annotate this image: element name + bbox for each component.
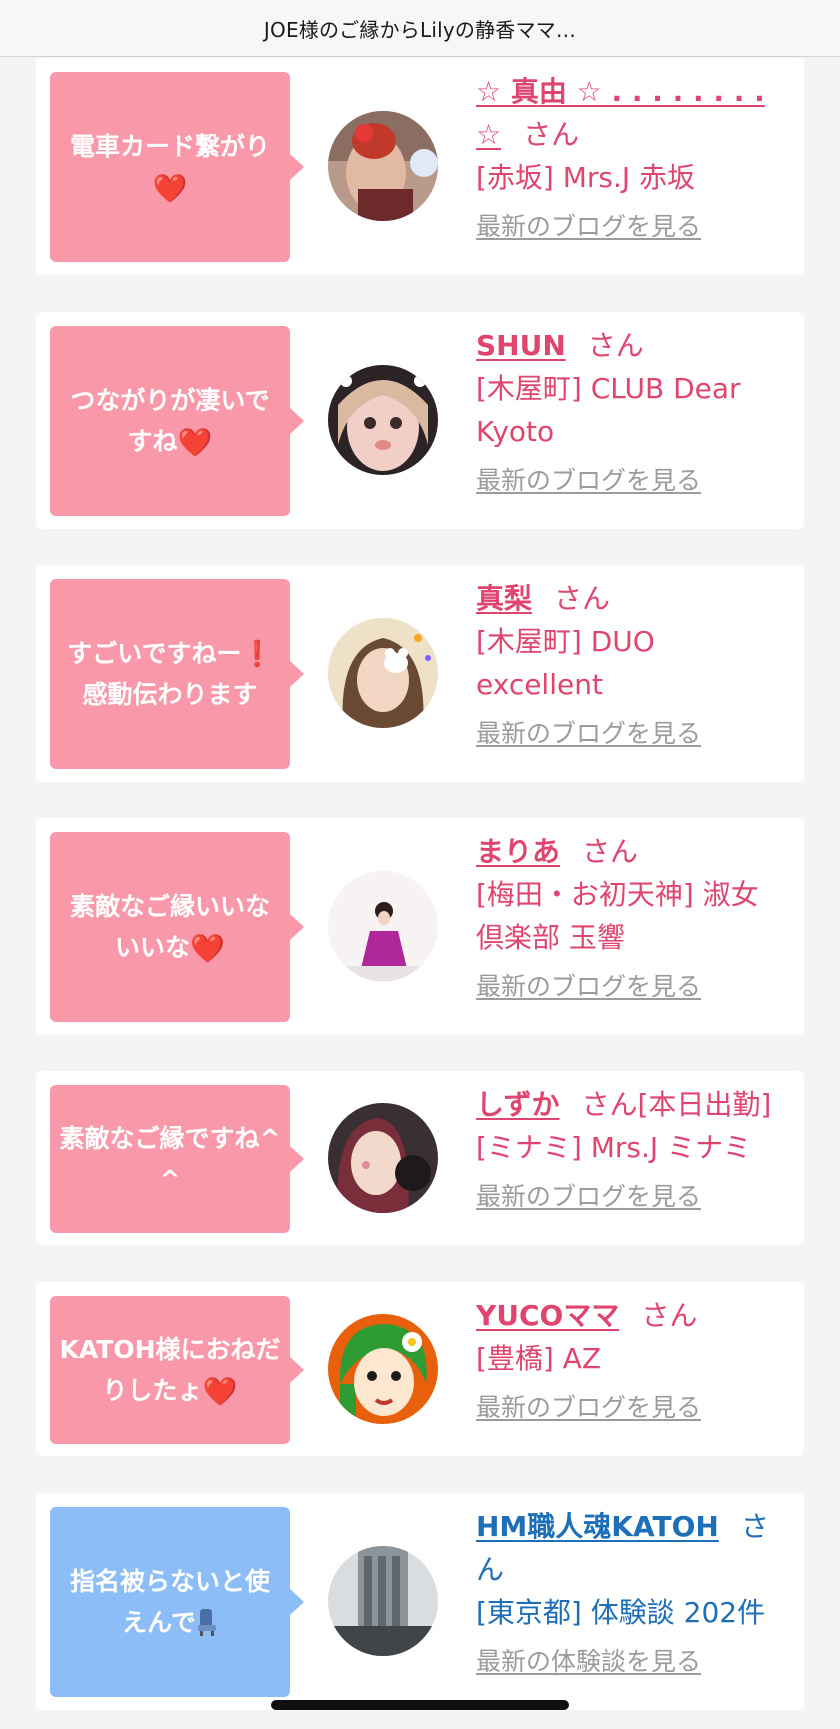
comment-bubble: すごいですねー❗ 感動伝わります [50,579,304,769]
comment-card: KATOH様におねだりしたょ❤️ YUCOママ さん [豊橋] AZ 最新のブログ… [36,1282,804,1456]
avatar[interactable] [328,1103,438,1213]
top-title-bar: JOE様のご縁からLilyの静香ママ… [0,0,840,57]
home-indicator[interactable] [271,1700,569,1710]
cast-info: ☆ 真由 ☆ . . . . . . . . ☆ さん [赤坂] Mrs.J 赤坂… [476,70,786,245]
comment-text: 素敵なご縁いいないいな❤️ [69,892,270,965]
avatar[interactable] [328,365,438,475]
heart-emoji-icon: ❤️ [152,172,188,205]
cast-name-link[interactable]: しずか [476,1088,559,1121]
comment-card: すごいですねー❗ 感動伝わります 真梨 さん [木屋町] DUO excellen… [36,565,804,782]
shop-name: [東京都] 体験談 202件 [476,1596,766,1629]
latest-blog-link[interactable]: 最新のブログを見る [476,463,786,499]
bubble-tail [290,408,304,434]
honorific: さん [581,1088,638,1121]
cast-info: SHUN さん [木屋町] CLUB Dear Kyoto 最新のブログを見る [476,324,786,499]
latest-review-link[interactable]: 最新の体験談を見る [476,1644,786,1680]
shop-name: [豊橋] AZ [476,1342,602,1375]
honorific: さん [523,118,580,151]
honorific: さん [582,835,639,868]
comment-card: つながりが凄いですね❤️ SHUN さん [木屋町] CLUB Dear Kyot… [36,312,804,529]
honorific: さん [641,1299,698,1332]
bubble-tail [290,661,304,687]
comment-card: 指名被らないと使えんで HM職人魂KATOH さん [東京都] 体験談 202件 … [36,1493,804,1710]
honorific: さん [554,582,611,615]
cast-name-link[interactable]: 真梨 [476,582,532,615]
comment-text: 素敵なご縁ですね^ ^ [59,1124,281,1194]
comment-card: 素敵なご縁ですね^ ^ しずか さん[本日出勤] [ミナミ] Mrs.J ミナミ … [36,1071,804,1245]
comment-bubble: 電車カード繋がり ❤️ [50,72,304,262]
latest-blog-link[interactable]: 最新のブログを見る [476,209,786,245]
cast-info: まりあ さん [梅田・お初天神] 淑女倶楽部 玉響 最新のブログを見る [476,830,786,1005]
avatar[interactable] [328,1546,438,1656]
latest-blog-link[interactable]: 最新のブログを見る [476,716,786,752]
heart-emoji-icon: ❤️ [190,932,225,965]
shop-name: [ミナミ] Mrs.J ミナミ [476,1131,752,1164]
heart-emoji-icon: ❤️ [177,426,213,459]
cast-name-link[interactable]: まりあ [476,835,560,868]
comment-text: すごいですねー❗ 感動伝わります [67,633,272,715]
avatar[interactable] [328,618,438,728]
heart-emoji-icon: ❤️ [202,1375,238,1408]
cast-name-link[interactable]: HM職人魂KATOH [476,1510,719,1543]
shop-name: [梅田・お初天神] 淑女倶楽部 玉響 [476,878,759,954]
comment-bubble: つながりが凄いですね❤️ [50,326,304,516]
comment-bubble: 素敵なご縁いいないいな❤️ [50,832,304,1022]
shop-name: [木屋町] CLUB Dear Kyoto [476,372,741,448]
cast-info: 真梨 さん [木屋町] DUO excellent 最新のブログを見る [476,577,786,752]
comment-bubble: 指名被らないと使えんで [50,1507,304,1697]
comment-bubble: 素敵なご縁ですね^ ^ [50,1085,304,1233]
comment-card: 電車カード繋がり ❤️ ☆ 真由 ☆ . . . . . . . . ☆ さん [… [36,58,804,275]
comment-text: KATOH様におねだりしたょ❤️ [59,1335,281,1408]
cast-info: HM職人魂KATOH さん [東京都] 体験談 202件 最新の体験談を見る [476,1505,786,1680]
comment-text: つながりが凄いですね❤️ [70,386,270,459]
comment-card: 素敵なご縁いいないいな❤️ まりあ さん [梅田・お初天神] 淑女倶楽部 玉響 最… [36,818,804,1035]
latest-blog-link[interactable]: 最新のブログを見る [476,1390,786,1426]
bubble-tail [290,1357,304,1383]
cast-name-link[interactable]: YUCOママ [476,1299,619,1332]
shop-name: [赤坂] Mrs.J 赤坂 [476,161,696,194]
cast-name-link[interactable]: SHUN [476,329,566,362]
red-exclamation-icon: ❗ [241,639,273,668]
bubble-tail [290,154,304,180]
avatar[interactable] [328,871,438,981]
latest-blog-link[interactable]: 最新のブログを見る [476,1179,816,1215]
cast-info: しずか さん[本日出勤] [ミナミ] Mrs.J ミナミ 最新のブログを見る [476,1083,816,1215]
avatar[interactable] [328,111,438,221]
page-title: JOE様のご縁からLilyの静香ママ… [263,17,577,42]
attendance-status: [本日出勤] [637,1088,772,1121]
avatar[interactable] [328,1314,438,1424]
shop-name: [木屋町] DUO excellent [476,625,655,701]
comment-bubble: KATOH様におねだりしたょ❤️ [50,1296,304,1444]
cast-info: YUCOママ さん [豊橋] AZ 最新のブログを見る [476,1294,786,1426]
latest-blog-link[interactable]: 最新のブログを見る [476,969,786,1005]
cast-name-link[interactable]: ☆ 真由 ☆ . . . . . . . . ☆ [476,75,765,151]
comment-text: 電車カード繋がり ❤️ [69,132,270,205]
comment-text: 指名被らないと使えんで [69,1567,270,1637]
seat-emoji-icon [196,1607,218,1637]
honorific: さん [587,329,644,362]
bubble-tail [290,914,304,940]
bubble-tail [290,1589,304,1615]
bubble-tail [290,1146,304,1172]
